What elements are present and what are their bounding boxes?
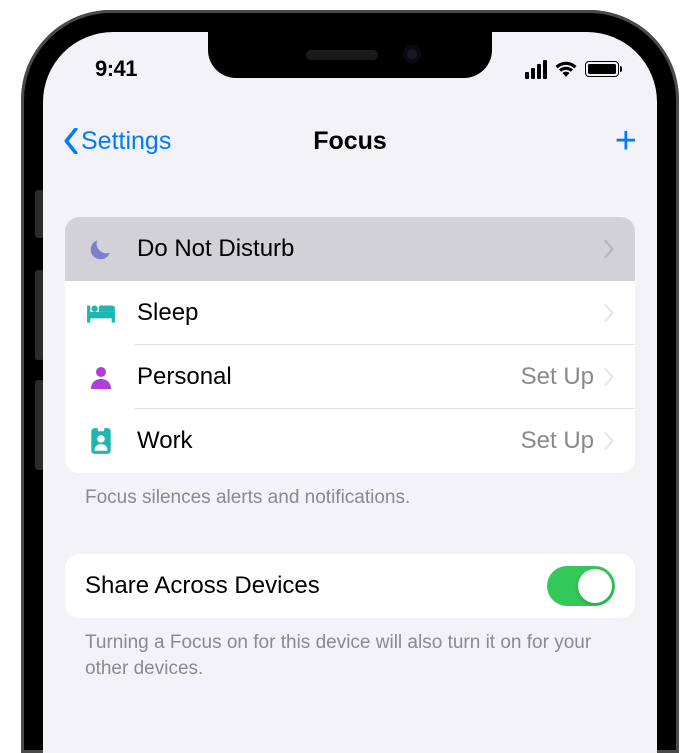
phone-frame: 9:41 Settings Focus + [21, 10, 679, 753]
add-button[interactable]: + [615, 122, 637, 160]
back-label: Settings [81, 127, 171, 156]
toggle-knob [578, 569, 612, 603]
row-detail: Set Up [521, 427, 594, 455]
bed-icon [85, 297, 117, 329]
notch [208, 32, 492, 78]
chevron-left-icon [63, 128, 79, 154]
focus-list: Do Not Disturb Sleep [65, 217, 635, 473]
focus-row-do-not-disturb[interactable]: Do Not Disturb [65, 217, 635, 281]
row-label: Personal [137, 363, 521, 391]
share-across-devices-row: Share Across Devices [65, 554, 635, 618]
chevron-right-icon [604, 240, 615, 258]
share-label: Share Across Devices [85, 572, 320, 600]
cellular-icon [525, 60, 547, 79]
share-footer-text: Turning a Focus on for this device will … [65, 618, 635, 683]
status-indicators [525, 60, 623, 79]
moon-icon [85, 233, 117, 265]
focus-row-personal[interactable]: Personal Set Up [65, 345, 635, 409]
chevron-right-icon [604, 432, 615, 450]
row-detail: Set Up [521, 363, 594, 391]
status-time: 9:41 [77, 56, 137, 82]
chevron-right-icon [604, 368, 615, 386]
wifi-icon [554, 60, 578, 78]
badge-icon [85, 425, 117, 457]
screen: 9:41 Settings Focus + [43, 32, 657, 753]
content: Do Not Disturb Sleep [43, 217, 657, 683]
battery-icon [585, 61, 619, 77]
focus-row-work[interactable]: Work Set Up [65, 409, 635, 473]
share-group: Share Across Devices [65, 554, 635, 618]
row-label: Work [137, 427, 521, 455]
back-button[interactable]: Settings [63, 127, 171, 156]
focus-row-sleep[interactable]: Sleep [65, 281, 635, 345]
focus-footer-text: Focus silences alerts and notifications. [65, 473, 635, 512]
chevron-right-icon [604, 304, 615, 322]
row-label: Do Not Disturb [137, 235, 594, 263]
row-label: Sleep [137, 299, 594, 327]
share-toggle[interactable] [547, 566, 615, 606]
page-title: Focus [313, 127, 387, 156]
person-icon [85, 361, 117, 393]
nav-bar: Settings Focus + [43, 112, 657, 170]
